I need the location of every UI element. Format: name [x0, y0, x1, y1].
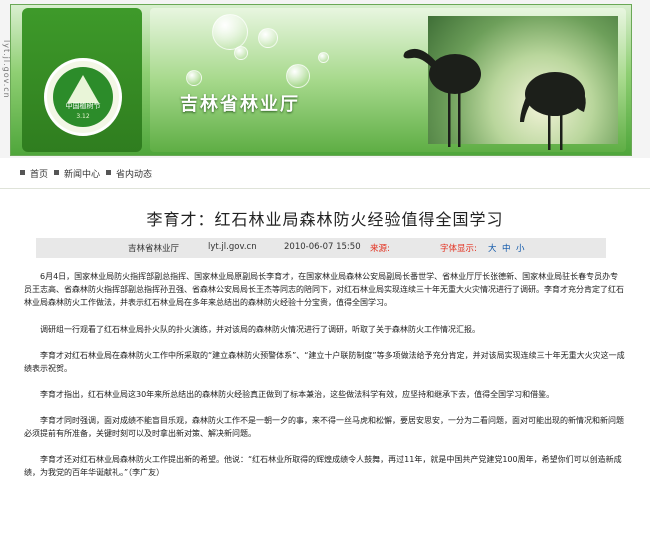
site-title: 吉林省林业厅 [180, 94, 300, 115]
article-paragraph: 调研组一行观看了红石林业局扑火队的扑火演练，并对该局的森林防火情况进行了调研，听… [40, 325, 480, 334]
font-size-small-link[interactable]: 小 [516, 242, 525, 254]
bubble-icon [318, 52, 329, 63]
breadcrumb: 首页 新闻中心 省内动态 [0, 158, 650, 189]
meta-source-label: 来源: [370, 244, 390, 254]
breadcrumb-home[interactable]: 首页 [30, 167, 48, 180]
logo-date: 3.12 [76, 113, 90, 120]
article-paragraph: 李育才对红石林业局在森林防火工作中所采取的“建立森林防火预警体系”、“建立十户联… [24, 351, 625, 373]
font-size-medium-link[interactable]: 中 [502, 242, 511, 254]
article-paragraph: 李育才还对红石林业局森林防火工作提出新的希望。他说：“红石林业所取得的辉煌成绩令… [24, 455, 622, 477]
bubble-icon [258, 28, 278, 48]
page: lyt.jl.gov.cn 中国植树节 3.12 吉林省林业厅 首页 新闻中心 … [0, 0, 650, 558]
bubble-icon [234, 46, 248, 60]
article-title: 李育才：红石林业局森林防火经验值得全国学习 [146, 210, 504, 229]
chevron-right-icon [54, 170, 59, 175]
article-paragraph: 李育才指出，红石林业局这30年来所总结出的森林防火经验真正做到了标本兼治，这些做… [40, 390, 555, 399]
meta-publisher: 吉林省林业厅 [128, 244, 180, 254]
meta-datetime: 2010-06-07 15:50 [284, 242, 361, 252]
crane-silhouette-icon [403, 48, 586, 150]
font-size-large-link[interactable]: 大 [488, 242, 497, 254]
tree-icon [67, 75, 99, 103]
bubble-icon [212, 14, 248, 50]
bubble-icon [186, 70, 202, 86]
article-paragraph: 6月4日，国家林业局防火指挥部副总指挥、国家林业局原副局长李育才，在国家林业局森… [24, 272, 624, 307]
bullet-icon [20, 170, 25, 175]
article-body: 6月4日，国家林业局防火指挥部副总指挥、国家林业局原副局长李育才，在国家林业局森… [24, 270, 626, 492]
logo-caption: 中国植树节 [65, 102, 101, 110]
arbor-day-logo: 中国植树节 3.12 [44, 58, 122, 136]
font-size-label: 字体显示: [440, 244, 477, 254]
meta-site: lyt.jl.gov.cn [208, 242, 257, 252]
breadcrumb-news-center[interactable]: 新闻中心 [64, 167, 100, 180]
bubble-icon [286, 64, 310, 88]
breadcrumb-provincial-news[interactable]: 省内动态 [116, 167, 152, 180]
article-meta-bar: 吉林省林业厅 lyt.jl.gov.cn 2010-06-07 15:50 来源… [36, 238, 606, 258]
header-banner: lyt.jl.gov.cn 中国植树节 3.12 吉林省林业厅 [0, 0, 650, 158]
article-paragraph: 李育才同时强调，面对成绩不能盲目乐观，森林防火工作不是一朝一夕的事，来不得一丝马… [24, 416, 624, 438]
chevron-right-icon [106, 170, 111, 175]
